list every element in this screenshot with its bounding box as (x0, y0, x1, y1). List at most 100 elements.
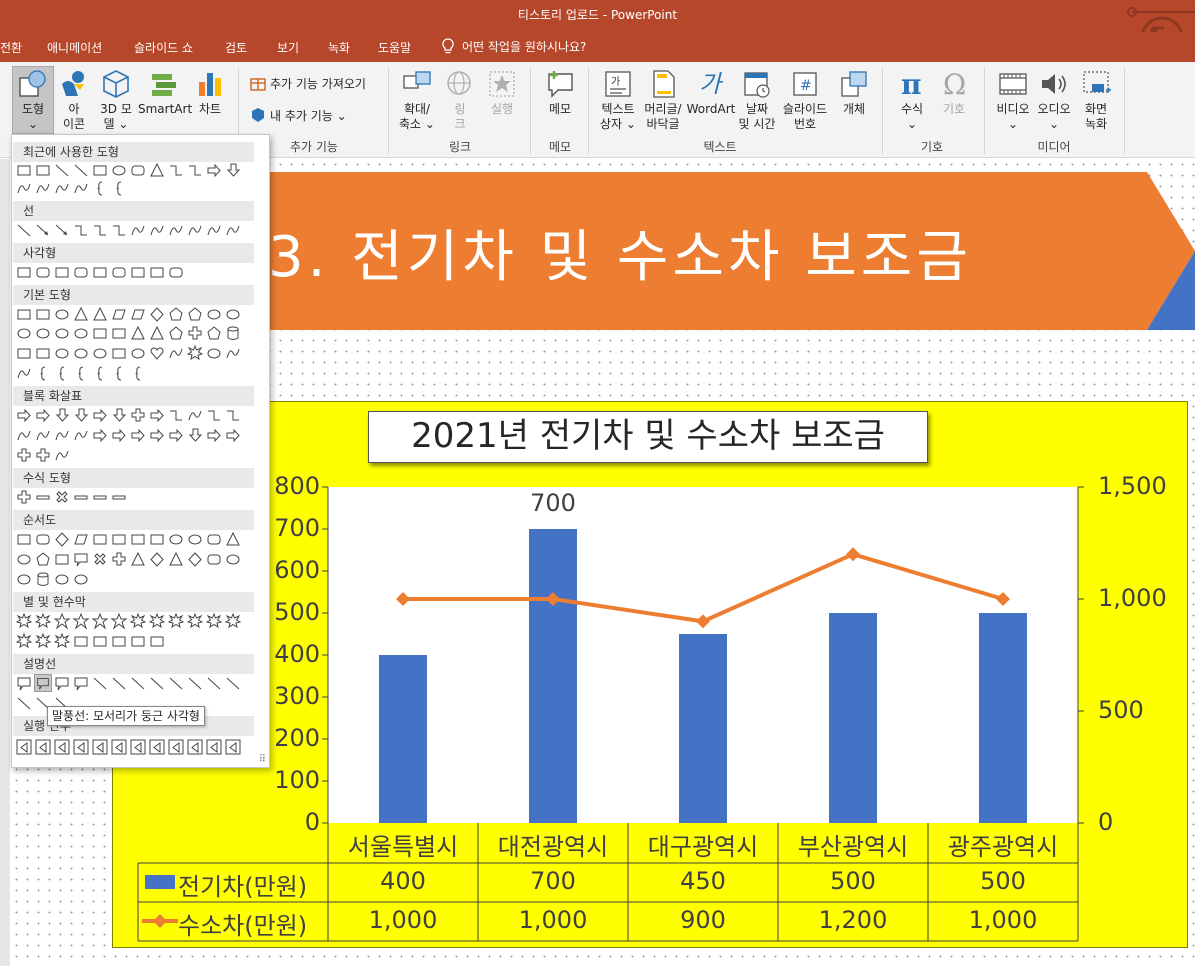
shape-oval-icon[interactable] (167, 530, 185, 548)
shape-curve-icon[interactable] (205, 221, 223, 239)
shape-burst-icon[interactable] (15, 632, 33, 650)
shape-oval-icon[interactable] (129, 344, 147, 362)
shape-cyl-icon[interactable] (224, 324, 242, 342)
shape-arrow-icon[interactable] (15, 406, 33, 424)
shape-line-icon[interactable] (72, 161, 90, 179)
icons-button[interactable]: 아 이콘 (56, 68, 92, 132)
shape-burst-icon[interactable] (224, 612, 242, 630)
shape-pent-icon[interactable] (205, 324, 223, 342)
shape-elbow-icon[interactable] (72, 221, 90, 239)
shape-curve-icon[interactable] (72, 179, 90, 197)
tab-view[interactable]: 보기 (277, 39, 299, 56)
tab-animations[interactable]: 애니메이션 (47, 39, 102, 56)
shape-rrect-icon[interactable] (34, 263, 52, 281)
shape-rrect-icon[interactable] (205, 550, 223, 568)
shape-oval-icon[interactable] (53, 305, 71, 323)
shape-line-icon[interactable] (15, 221, 33, 239)
shape-curve-icon[interactable] (224, 221, 242, 239)
shape-heart-icon[interactable] (148, 344, 166, 362)
shape-rect-icon[interactable] (148, 632, 166, 650)
shape-btn-icon[interactable] (72, 738, 90, 756)
shape-curve-icon[interactable] (72, 426, 90, 444)
shape-btn-icon[interactable] (91, 738, 109, 756)
shape-curve-icon[interactable] (167, 344, 185, 362)
shape-rrect-icon[interactable] (34, 530, 52, 548)
tab-slideshow[interactable]: 슬라이드 쇼 (134, 39, 193, 56)
shape-rect-icon[interactable] (34, 161, 52, 179)
date-time-button[interactable]: 날짜 및 시간 (736, 68, 778, 132)
shape-oval-icon[interactable] (205, 344, 223, 362)
get-addins-button[interactable]: 추가 기능 가져오기 (250, 75, 366, 92)
shape-elbow-icon[interactable] (167, 161, 185, 179)
shape-brace-icon[interactable] (110, 179, 128, 197)
shape-rect-icon[interactable] (129, 263, 147, 281)
shape-arrow-icon[interactable] (205, 426, 223, 444)
shape-star-icon[interactable] (72, 612, 90, 630)
object-button[interactable]: 개체 (834, 68, 874, 117)
tab-record[interactable]: 녹화 (328, 39, 350, 56)
shape-callout-icon[interactable] (15, 674, 33, 692)
shape-oval-icon[interactable] (205, 305, 223, 323)
shape-brace-icon[interactable] (91, 364, 109, 382)
shape-rect-icon[interactable] (91, 161, 109, 179)
shape-rect-icon[interactable] (15, 344, 33, 362)
shape-mult-icon[interactable] (91, 550, 109, 568)
shape-rect-icon[interactable] (148, 530, 166, 548)
shape-callout-icon[interactable] (72, 674, 90, 692)
shape-arrow-icon[interactable] (167, 426, 185, 444)
shape-rrect-icon[interactable] (167, 263, 185, 281)
shape-callout-icon[interactable] (72, 550, 90, 568)
shape-plus-icon[interactable] (110, 550, 128, 568)
shape-curve-icon[interactable] (53, 426, 71, 444)
shape-curve-icon[interactable] (34, 426, 52, 444)
shape-oval-icon[interactable] (72, 344, 90, 362)
shape-rect-icon[interactable] (34, 344, 52, 362)
symbol-button[interactable]: Ω 기호 (934, 68, 974, 117)
shape-star-icon[interactable] (91, 612, 109, 630)
shape-mult-icon[interactable] (53, 488, 71, 506)
shape-oval-icon[interactable] (72, 324, 90, 342)
shape-rect-icon[interactable] (15, 530, 33, 548)
shape-elbow-icon[interactable] (167, 406, 185, 424)
shape-tri-icon[interactable] (224, 530, 242, 548)
shape-rect-icon[interactable] (110, 324, 128, 342)
shape-diam-icon[interactable] (148, 550, 166, 568)
shape-minus-icon[interactable] (110, 488, 128, 506)
shape-arrow-icon[interactable] (91, 406, 109, 424)
shape-curve-icon[interactable] (15, 426, 33, 444)
shape-arrow-icon[interactable] (110, 426, 128, 444)
shape-minus-icon[interactable] (34, 488, 52, 506)
shape-burst-icon[interactable] (15, 612, 33, 630)
shape-plus-icon[interactable] (34, 446, 52, 464)
audio-button[interactable]: 오디오 ⌄ (1034, 68, 1074, 132)
shape-brace-icon[interactable] (53, 364, 71, 382)
shape-burst-icon[interactable] (34, 632, 52, 650)
shape-pent-icon[interactable] (167, 305, 185, 323)
shape-rect-icon[interactable] (110, 632, 128, 650)
shape-rect-icon[interactable] (72, 632, 90, 650)
shape-pent-icon[interactable] (186, 305, 204, 323)
shape-elbow-icon[interactable] (91, 221, 109, 239)
shape-line-icon[interactable] (110, 674, 128, 692)
my-addins-button[interactable]: 내 추가 기능 ⌄ (250, 107, 347, 124)
shape-curve-icon[interactable] (167, 221, 185, 239)
shape-diam-icon[interactable] (186, 550, 204, 568)
textbox-button[interactable]: 가 텍스트 상자 ⌄ (597, 68, 639, 132)
shape-rrect-icon[interactable] (110, 263, 128, 281)
shape-tri-icon[interactable] (72, 305, 90, 323)
shape-arrow-icon[interactable] (148, 426, 166, 444)
shape-burst-icon[interactable] (34, 612, 52, 630)
shape-arrow-icon[interactable] (205, 161, 223, 179)
shape-curve-icon[interactable] (15, 179, 33, 197)
shape-burst-icon[interactable] (53, 632, 71, 650)
shape-brace-icon[interactable] (110, 364, 128, 382)
slide-title[interactable]: 3. 전기차 및 수소차 보조금 (268, 212, 972, 293)
shape-arrowd-icon[interactable] (110, 406, 128, 424)
shape-curve-icon[interactable] (53, 446, 71, 464)
shape-star-icon[interactable] (110, 612, 128, 630)
video-button[interactable]: 비디오 ⌄ (992, 68, 1034, 132)
shape-rrect-icon[interactable] (72, 263, 90, 281)
shape-plus-icon[interactable] (186, 324, 204, 342)
tab-review[interactable]: 검토 (225, 39, 247, 56)
shape-arrowd-icon[interactable] (224, 161, 242, 179)
